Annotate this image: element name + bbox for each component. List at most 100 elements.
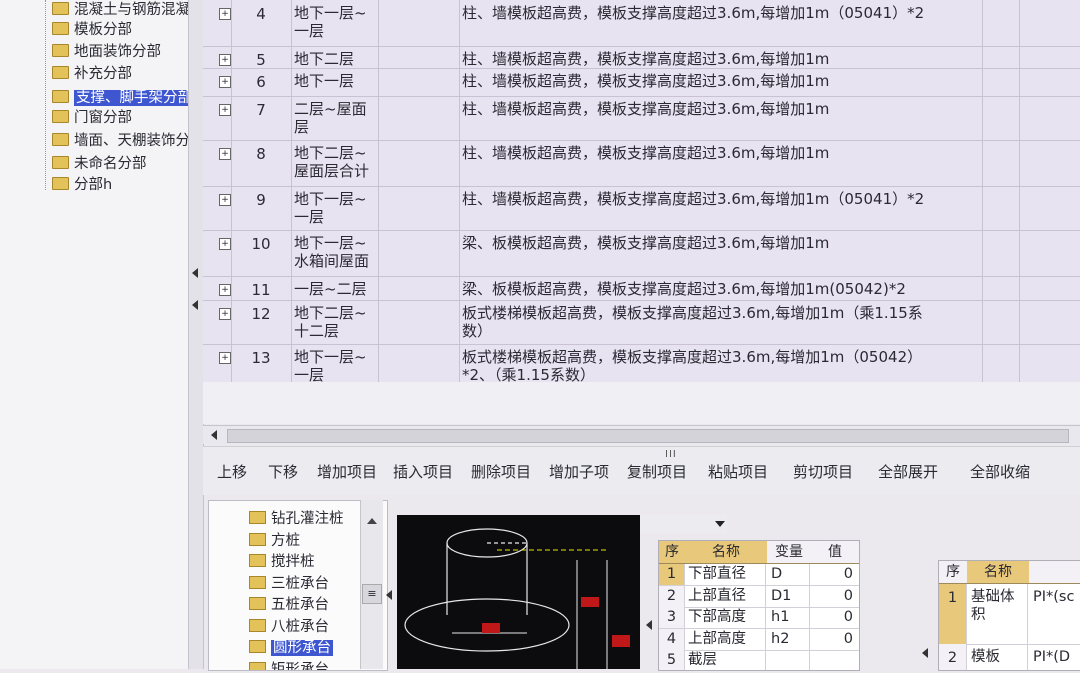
- description-cell[interactable]: 柱、墙模板超高费，模板支撑高度超过3.6m,每增加1m: [459, 46, 983, 68]
- position-cell[interactable]: 地下一层~ 水箱间屋面: [291, 230, 379, 276]
- add-item-button[interactable]: 增加项目: [313, 459, 381, 485]
- empty-cell[interactable]: [979, 344, 1020, 382]
- param-row[interactable]: 5 截层: [659, 650, 859, 670]
- position-cell[interactable]: 地下二层: [291, 46, 379, 68]
- position-cell[interactable]: 地下二层~ 屋面层合计: [291, 140, 379, 186]
- param-row[interactable]: 4 上部高度 h2 0: [659, 628, 859, 651]
- collapse-left-arrow-icon[interactable]: [192, 268, 198, 278]
- expand-cell[interactable]: +: [203, 276, 232, 300]
- empty-cell[interactable]: [375, 46, 460, 68]
- scroll-up-arrow-icon[interactable]: [367, 518, 377, 524]
- param-row[interactable]: 3 下部高度 h1 0: [659, 607, 859, 629]
- tree-item[interactable]: 模板分部: [52, 20, 132, 40]
- scroll-left-arrow-icon[interactable]: [211, 430, 217, 440]
- empty-cell[interactable]: [1019, 344, 1080, 382]
- tree-item[interactable]: 补充分部: [52, 64, 132, 84]
- expand-cell[interactable]: +: [203, 140, 232, 186]
- empty-cell[interactable]: [979, 68, 1020, 96]
- empty-cell[interactable]: [1019, 96, 1080, 140]
- expand-plus-icon[interactable]: +: [219, 194, 231, 206]
- delete-item-button[interactable]: 删除项目: [467, 459, 535, 485]
- expand-plus-icon[interactable]: +: [219, 352, 231, 364]
- formula-expression[interactable]: PI*(D: [1029, 644, 1080, 670]
- scrollbar-thumb[interactable]: [227, 429, 1069, 443]
- table-row[interactable]: +9 地下一层~ 一层 柱、墙模板超高费，模板支撑高度超过3.6m,每增加1m（050…: [203, 186, 1080, 231]
- description-cell[interactable]: 柱、墙模板超高费，模板支撑高度超过3.6m,每增加1m（05041）*2: [459, 186, 983, 230]
- move-up-button[interactable]: 上移: [213, 459, 251, 485]
- empty-cell[interactable]: [375, 300, 460, 344]
- component-tree-item[interactable]: 五桩承台: [249, 595, 329, 615]
- empty-cell[interactable]: [979, 230, 1020, 276]
- empty-cell[interactable]: [375, 68, 460, 96]
- empty-cell[interactable]: [979, 0, 1020, 46]
- expand-plus-icon[interactable]: +: [219, 104, 231, 116]
- expand-plus-icon[interactable]: +: [219, 8, 231, 20]
- component-tree-item[interactable]: 矩形承台: [249, 660, 329, 670]
- component-tree-item[interactable]: 圆形承台: [249, 638, 333, 658]
- empty-cell[interactable]: [979, 186, 1020, 230]
- position-cell[interactable]: 地下一层~ 一层: [291, 344, 379, 382]
- empty-cell[interactable]: [375, 230, 460, 276]
- position-cell[interactable]: 地下二层~ 十二层: [291, 300, 379, 344]
- formula-row[interactable]: 2 模板 PI*(D: [939, 644, 1080, 670]
- tree-item[interactable]: 地面装饰分部: [52, 42, 161, 62]
- expand-plus-icon[interactable]: +: [219, 284, 231, 296]
- tree-item[interactable]: 墙面、天棚装饰分: [52, 131, 190, 151]
- param-row[interactable]: 2 上部直径 D1 0: [659, 585, 859, 608]
- empty-cell[interactable]: [1019, 276, 1080, 300]
- empty-cell[interactable]: [1019, 68, 1080, 96]
- empty-cell[interactable]: [1019, 230, 1080, 276]
- table-row[interactable]: +8 地下二层~ 屋面层合计 柱、墙模板超高费，模板支撑高度超过3.6m,每增加1m: [203, 140, 1080, 187]
- tree-item[interactable]: 分部h: [52, 175, 112, 195]
- empty-cell[interactable]: [1019, 0, 1080, 46]
- expand-cell[interactable]: +: [203, 0, 232, 46]
- component-tree-item[interactable]: 方桩: [249, 531, 300, 551]
- description-cell[interactable]: 柱、墙模板超高费，模板支撑高度超过3.6m,每增加1m: [459, 140, 983, 186]
- add-child-button[interactable]: 增加子项: [545, 459, 613, 485]
- collapse-left-arrow-icon[interactable]: [922, 648, 928, 658]
- position-cell[interactable]: 地下一层~ 一层: [291, 0, 379, 46]
- description-cell[interactable]: 梁、板模板超高费，模板支撑高度超过3.6m,每增加1m(05042)*2: [459, 276, 983, 300]
- table-row[interactable]: +12 地下二层~ 十二层 板式楼梯模板超高费，模板支撑高度超过3.6m,每增加1m（…: [203, 300, 1080, 345]
- formula-expression[interactable]: PI*(sc: [1029, 584, 1080, 644]
- expand-cell[interactable]: +: [203, 96, 232, 140]
- table-row[interactable]: +6 地下一层 柱、墙模板超高费，模板支撑高度超过3.6m,每增加1m: [203, 68, 1080, 97]
- table-row[interactable]: +4 地下一层~ 一层 柱、墙模板超高费，模板支撑高度超过3.6m,每增加1m（050…: [203, 0, 1080, 47]
- description-cell[interactable]: 柱、墙模板超高费，模板支撑高度超过3.6m,每增加1m: [459, 68, 983, 96]
- collapse-left-arrow-icon[interactable]: [386, 590, 392, 600]
- expand-plus-icon[interactable]: +: [219, 76, 231, 88]
- empty-cell[interactable]: [375, 344, 460, 382]
- empty-cell[interactable]: [375, 186, 460, 230]
- empty-cell[interactable]: [1019, 300, 1080, 344]
- expand-plus-icon[interactable]: +: [219, 54, 231, 66]
- insert-item-button[interactable]: 插入项目: [389, 459, 457, 485]
- param-value-input[interactable]: 0: [811, 564, 859, 585]
- expand-plus-icon[interactable]: +: [219, 238, 231, 250]
- vertical-splitter[interactable]: [188, 0, 204, 669]
- component-tree-item[interactable]: 八桩承台: [249, 617, 329, 637]
- expand-cell[interactable]: +: [203, 46, 232, 68]
- table-row[interactable]: +5 地下二层 柱、墙模板超高费，模板支撑高度超过3.6m,每增加1m: [203, 46, 1080, 69]
- empty-cell[interactable]: [1019, 46, 1080, 68]
- scrollbar-thumb-grip-icon[interactable]: ≡: [362, 584, 382, 604]
- empty-cell[interactable]: [1019, 186, 1080, 230]
- position-cell[interactable]: 一层~二层: [291, 276, 379, 300]
- empty-cell[interactable]: [375, 96, 460, 140]
- expand-plus-icon[interactable]: +: [219, 148, 231, 160]
- param-row[interactable]: 1 下部直径 D 0: [659, 564, 859, 586]
- description-cell[interactable]: 梁、板模板超高费，模板支撑高度超过3.6m,每增加1m: [459, 230, 983, 276]
- component-tree-item[interactable]: 三桩承台: [249, 574, 329, 594]
- expand-all-button[interactable]: 全部展开: [874, 459, 942, 485]
- table-row[interactable]: +11 一层~二层 梁、板模板超高费，模板支撑高度超过3.6m,每增加1m(0504…: [203, 276, 1080, 301]
- component-tree-item[interactable]: 搅拌桩: [249, 552, 315, 572]
- empty-cell[interactable]: [375, 0, 460, 46]
- tree-item[interactable]: 门窗分部: [52, 108, 132, 128]
- paste-item-button[interactable]: 粘贴项目: [704, 459, 772, 485]
- empty-cell[interactable]: [1019, 140, 1080, 186]
- expand-cell[interactable]: +: [203, 300, 232, 344]
- tree-item[interactable]: 混凝土与钢筋混凝: [52, 0, 190, 20]
- expand-cell[interactable]: +: [203, 230, 232, 276]
- position-cell[interactable]: 二层~屋面层: [291, 96, 379, 140]
- description-cell[interactable]: 柱、墙模板超高费，模板支撑高度超过3.6m,每增加1m（05041）*2: [459, 0, 983, 46]
- param-value-input[interactable]: 0: [811, 629, 859, 650]
